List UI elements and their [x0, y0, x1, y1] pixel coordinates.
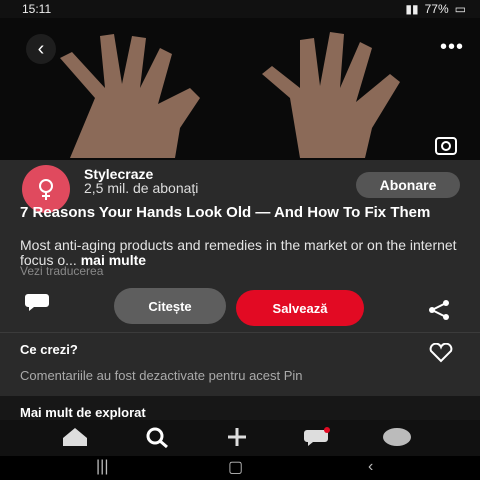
home-system-icon[interactable]: ▢: [228, 456, 243, 478]
chevron-left-icon: ‹: [37, 37, 45, 60]
heart-icon[interactable]: [428, 343, 454, 363]
home-icon: [63, 428, 87, 446]
recent-apps-icon[interactable]: |||: [96, 456, 108, 478]
explore-heading: Mai mult de explorat: [20, 405, 146, 420]
more-options-button[interactable]: •••: [440, 36, 464, 59]
signal-icon: ▮▮: [405, 2, 419, 16]
status-icons: ▮▮ 77% ▭: [405, 2, 466, 16]
status-time: 15:11: [22, 2, 52, 16]
pin-title: 7 Reasons Your Hands Look Old — And How …: [20, 204, 431, 221]
messages-icon: [304, 427, 330, 446]
creator-subscribers: 2,5 mil. de abonați: [84, 180, 199, 196]
status-bar: 15:11 ▮▮ 77% ▭: [0, 0, 480, 18]
share-icon[interactable]: [428, 300, 450, 320]
visual-search-icon[interactable]: [434, 136, 458, 156]
creator-logo-icon: [39, 179, 53, 200]
nav-search[interactable]: [142, 424, 172, 450]
battery-icon: ▭: [454, 2, 466, 16]
comments-question: Ce crezi?: [20, 342, 78, 357]
nav-messages[interactable]: [302, 424, 332, 450]
nav-home[interactable]: [60, 424, 90, 450]
comments-disabled-text: Comentariile au fost dezactivate pentru …: [20, 368, 303, 383]
search-icon: [146, 427, 168, 448]
battery-level: 77%: [424, 2, 449, 16]
back-system-icon[interactable]: ‹: [368, 456, 373, 478]
follow-button[interactable]: Abonare: [356, 172, 460, 198]
nav-profile[interactable]: [382, 424, 412, 450]
plus-icon: [228, 428, 246, 446]
pin-image[interactable]: ‹ •••: [0, 18, 480, 160]
divider: [0, 332, 480, 333]
dots-icon: •••: [439, 36, 464, 58]
profile-avatar-icon: [383, 428, 411, 446]
hands-photo: [0, 18, 480, 160]
read-button[interactable]: Citește: [114, 288, 226, 324]
translate-link[interactable]: Vezi traducerea: [20, 264, 103, 278]
save-button[interactable]: Salvează: [236, 290, 364, 326]
comment-icon[interactable]: [24, 292, 50, 312]
back-button[interactable]: ‹: [26, 34, 56, 64]
nav-create[interactable]: [222, 424, 252, 450]
